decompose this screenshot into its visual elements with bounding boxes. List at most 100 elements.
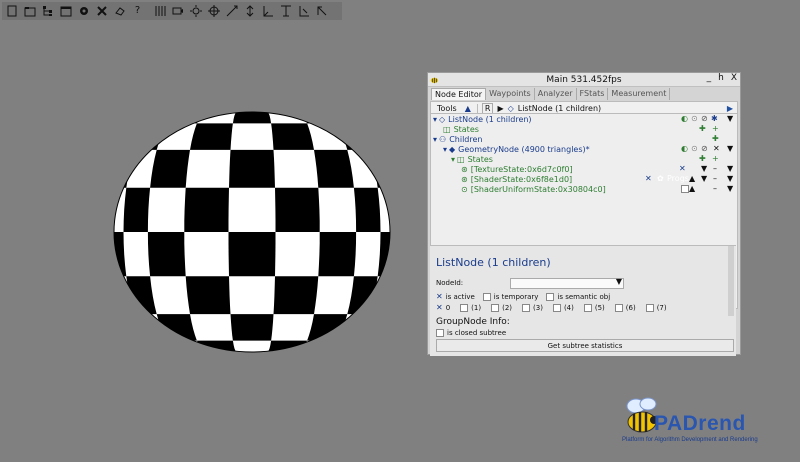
minimize-button[interactable]: _ — [707, 73, 712, 83]
add-state-icon[interactable]: ✚ — [699, 154, 706, 164]
get-subtree-statistics-button[interactable]: Get subtree statistics — [436, 339, 734, 352]
tree-icon[interactable] — [40, 4, 55, 19]
flag-5-checkbox[interactable]: (5) — [583, 303, 605, 312]
minus-icon[interactable]: – — [713, 174, 717, 184]
dropdown-arrow-icon[interactable]: ▼ — [727, 174, 733, 184]
progs-label[interactable]: Progs — [667, 174, 689, 184]
progs-icon[interactable]: ✿ — [657, 174, 664, 184]
is-semantic-checkbox[interactable]: is semantic obj — [546, 292, 610, 301]
tab-node-editor[interactable]: Node Editor — [431, 88, 487, 100]
folder-icon[interactable] — [22, 4, 37, 19]
flag-6-checkbox[interactable]: (6) — [614, 303, 636, 312]
tree-row-label[interactable]: [ShaderState:0x6f8e1d0] — [471, 175, 572, 184]
close-button[interactable]: X — [731, 73, 737, 83]
window-titlebar[interactable]: Main 531.452fps _ h X — [428, 73, 740, 87]
tree-row-label[interactable]: ListNode (1 children) — [448, 115, 531, 124]
children-icon: ⚇ — [439, 134, 447, 144]
next-arrow-icon[interactable]: ▶ — [727, 104, 733, 113]
minus-icon[interactable]: – — [713, 164, 717, 174]
tree-row-label[interactable]: Children — [449, 135, 482, 144]
bee-small-icon[interactable]: ✱ — [711, 114, 718, 124]
collapse-arrow-icon[interactable]: ▾ — [433, 135, 437, 144]
flag-7-checkbox[interactable]: (7) — [645, 303, 667, 312]
tab-measurement[interactable]: Measurement — [608, 88, 671, 100]
blank-page-icon[interactable] — [4, 4, 19, 19]
up-arrow-icon[interactable]: ▲ — [689, 184, 695, 194]
tree-row-label[interactable]: [ShaderUniformState:0x30804c0] — [471, 185, 606, 194]
select-icon[interactable] — [314, 4, 329, 19]
flag-1-checkbox[interactable]: (1) — [460, 303, 481, 312]
dropdown-arrow-icon[interactable]: ▼ — [701, 164, 707, 174]
flag-0-checkbox[interactable]: ✕ 0 — [436, 303, 450, 312]
checker-tile — [275, 187, 320, 232]
collapse-arrow-icon[interactable]: ▾ — [451, 155, 455, 164]
refresh-button[interactable]: R — [481, 102, 494, 114]
tree-row[interactable]: ▾ ◫ States ✚ + — [431, 154, 737, 164]
dropdown-arrow-icon[interactable]: ▼ — [701, 174, 707, 184]
scale-icon[interactable] — [278, 4, 293, 19]
disable-icon[interactable]: ✕ — [645, 174, 652, 184]
help-icon[interactable]: ? — [130, 4, 145, 19]
rotate-icon[interactable] — [296, 4, 311, 19]
toggle-icon[interactable]: ◐ — [681, 144, 688, 154]
closed-subtree-checkbox[interactable]: is closed subtree — [436, 329, 506, 337]
dropdown-arrow-icon[interactable]: ▼ — [727, 144, 733, 154]
info-icon[interactable]: ⊙ — [691, 114, 698, 124]
tree-row[interactable]: ▾ ◆ GeometryNode (4900 triangles)* ◐ ⊙ ⊘… — [431, 144, 737, 154]
disable-icon[interactable]: ✕ — [679, 164, 686, 174]
options-icon[interactable]: ⊘ — [701, 144, 708, 154]
flag-4-checkbox[interactable]: (4) — [552, 303, 574, 312]
move-icon[interactable] — [224, 4, 239, 19]
axis-icon[interactable] — [260, 4, 275, 19]
tree-row[interactable]: ⊛ [TextureState:0x6d7c0f0] ✕ ▼ – ▼ — [431, 164, 737, 174]
camera-icon[interactable] — [170, 4, 185, 19]
minus-icon[interactable]: – — [713, 184, 717, 194]
collapse-arrow-icon[interactable]: ▾ — [433, 115, 437, 124]
tab-waypoints[interactable]: Waypoints — [486, 88, 535, 100]
tools-icon[interactable] — [94, 4, 109, 19]
nodeid-dropdown-icon[interactable]: ▼ — [616, 277, 622, 286]
add-state-icon[interactable]: ✚ — [699, 124, 706, 134]
info-icon[interactable]: ⊙ — [691, 144, 698, 154]
tree-row-label[interactable]: GeometryNode (4900 triangles)* — [458, 145, 589, 154]
tree-row[interactable]: ▾ ◇ ListNode (1 children) ◐ ⊙ ⊘ ✱ ▼ — [431, 114, 737, 124]
window-title: Main 531.452fps — [546, 74, 622, 85]
move-vertical-icon[interactable] — [242, 4, 257, 19]
is-active-checkbox[interactable]: ✕ is active — [436, 292, 475, 301]
path-label[interactable]: ListNode (1 children) — [518, 104, 601, 113]
tab-fstats[interactable]: FStats — [577, 88, 609, 100]
up-arrow-icon[interactable]: ▲ — [689, 174, 695, 184]
dropdown-arrow-icon[interactable]: ▼ — [727, 114, 733, 124]
tree-row-label[interactable]: [TextureState:0x6d7c0f0] — [471, 165, 573, 174]
gear-icon[interactable] — [76, 4, 91, 19]
flag-2-checkbox[interactable]: (2) — [491, 303, 512, 312]
tab-analyzer[interactable]: Analyzer — [535, 88, 577, 100]
add-icon[interactable]: + — [712, 124, 719, 134]
tree-row-label[interactable]: States — [468, 155, 493, 164]
add-child-icon[interactable]: ✚ — [712, 134, 719, 144]
tree-row[interactable]: ⊙ [ShaderUniformState:0x30804c0] ▲ – ▼ — [431, 184, 737, 194]
is-temporary-checkbox[interactable]: is temporary — [482, 292, 538, 301]
eraser-icon[interactable] — [112, 4, 127, 19]
bars-icon[interactable] — [152, 4, 167, 19]
light-icon[interactable] — [188, 4, 203, 19]
target-icon[interactable] — [206, 4, 221, 19]
tree-row[interactable]: ◫ States ✚ + — [431, 124, 737, 134]
tree-row[interactable]: ⊛ [ShaderState:0x6f8e1d0] ✕ ✿ Progs ▲ ▼ … — [431, 174, 737, 184]
remove-icon[interactable]: ✕ — [713, 144, 720, 154]
hide-button[interactable]: h — [718, 73, 724, 83]
flag-3-checkbox[interactable]: (3) — [522, 303, 543, 312]
add-icon[interactable]: + — [712, 154, 719, 164]
options-icon[interactable]: ⊘ — [701, 114, 708, 124]
tools-menu[interactable]: Tools ▲ — [431, 103, 478, 113]
dropdown-arrow-icon[interactable]: ▼ — [727, 184, 733, 194]
toggle-icon[interactable]: ◐ — [681, 114, 688, 124]
collapse-arrow-icon[interactable]: ▾ — [443, 145, 447, 154]
dropdown-arrow-icon[interactable]: ▼ — [727, 164, 733, 174]
nodeid-input[interactable]: ▼ — [510, 277, 624, 289]
play-icon[interactable]: ▶ — [497, 104, 503, 113]
tree-row-label[interactable]: States — [454, 125, 479, 134]
tree-row[interactable]: ▾ ⚇ Children ✚ — [431, 134, 737, 144]
dialog-icon[interactable] — [58, 4, 73, 19]
details-scrollbar[interactable] — [728, 246, 734, 316]
